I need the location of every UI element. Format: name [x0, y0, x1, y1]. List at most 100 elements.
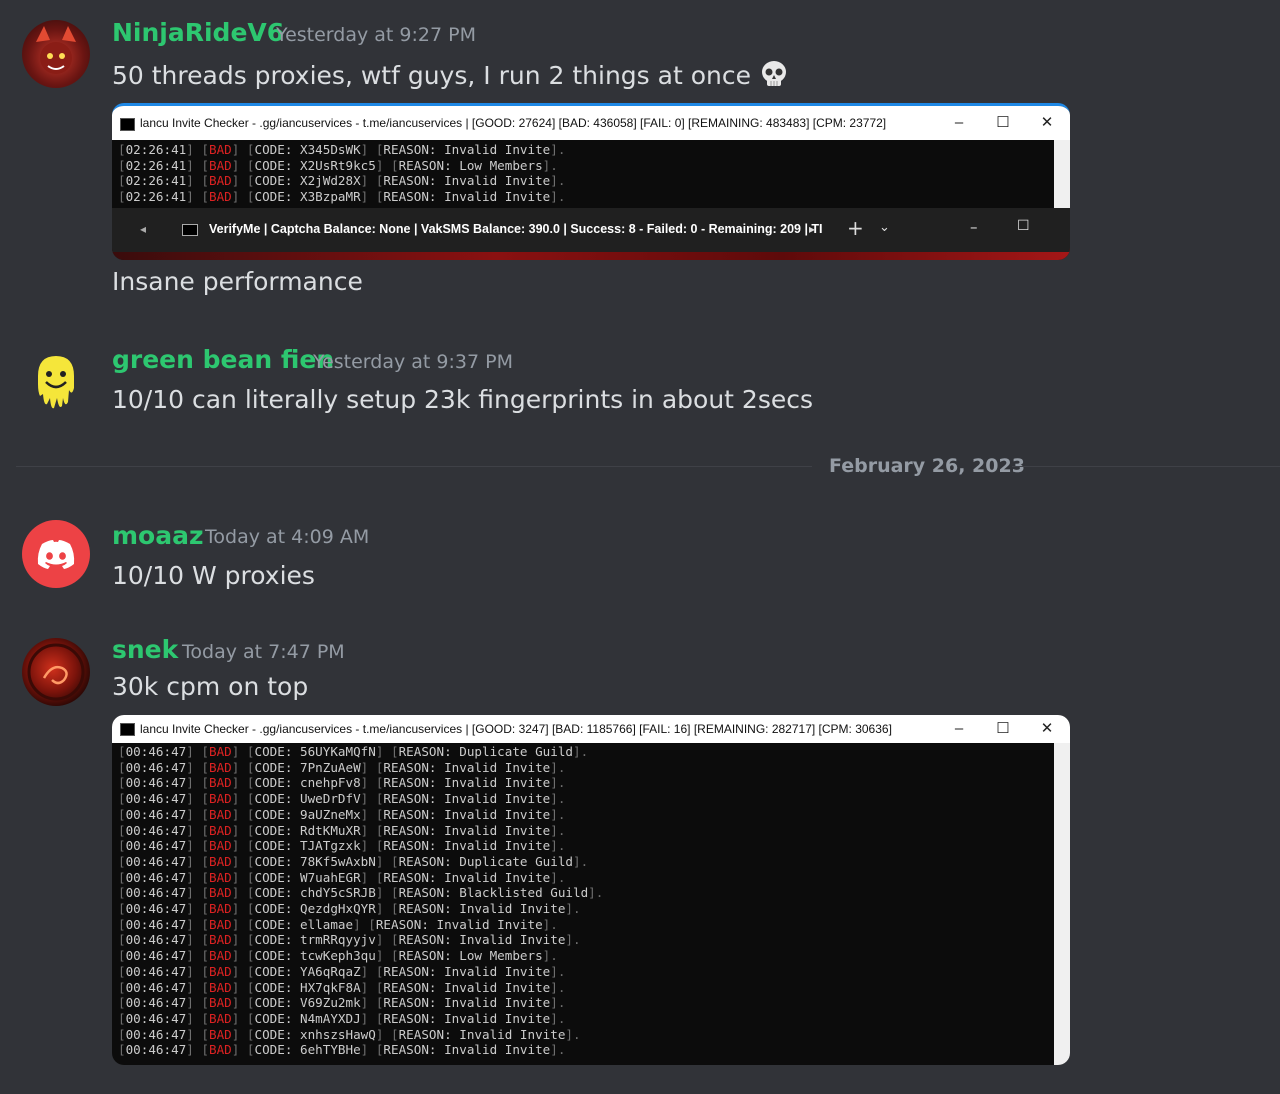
line-code: CODE: UweDrDfV — [254, 791, 361, 807]
timestamp: Today at 4:09 AM — [205, 526, 370, 548]
bracket: ]. — [550, 791, 566, 807]
line-time: 00:46:47 — [125, 838, 187, 854]
line-time: 00:46:47 — [125, 1010, 187, 1026]
line-code: CODE: YA6qRqaZ — [254, 963, 361, 979]
line-reason: REASON: Invalid Invite — [375, 916, 543, 932]
line-code: CODE: ellamae — [254, 916, 354, 932]
avatar[interactable] — [22, 346, 90, 414]
line-time: 02:26:41 — [125, 189, 187, 205]
line-status: BAD — [209, 791, 232, 807]
discord-logo-icon — [37, 540, 75, 569]
close-icon[interactable]: ✕ — [1032, 110, 1062, 136]
bracket: [ — [118, 948, 126, 964]
tab-scroll-left-icon[interactable]: ◂ — [140, 222, 146, 236]
bracket: ]. — [550, 963, 566, 979]
new-tab-icon[interactable]: + — [847, 216, 864, 240]
close-icon[interactable]: ✕ — [1032, 716, 1062, 742]
bracket: ]. — [550, 173, 566, 189]
bracket: [ — [118, 932, 126, 948]
screenshot-attachment[interactable]: lancu Invite Checker - .gg/iancuservices… — [112, 715, 1070, 1065]
bracket: ] [ — [360, 838, 384, 854]
maximize-icon[interactable]: ☐ — [988, 716, 1018, 742]
screenshot-attachment[interactable]: lancu Invite Checker - .gg/iancuservices… — [112, 103, 1070, 260]
demon-avatar-icon — [36, 26, 76, 74]
bracket: [ — [118, 744, 126, 759]
tab-scroll-right-icon[interactable]: ▸ — [809, 222, 815, 236]
bracket: ] [ — [375, 932, 399, 948]
bracket: [ — [118, 822, 126, 838]
bracket: ] [ — [186, 838, 210, 854]
line-status: BAD — [209, 916, 232, 932]
bracket: ] [ — [231, 916, 255, 932]
line-code: CODE: trmRRqyyjv — [254, 932, 376, 948]
bracket: ] [ — [231, 995, 255, 1011]
bracket: ] [ — [360, 759, 384, 775]
line-code: CODE: W7uahEGR — [254, 869, 361, 885]
console-line: [00:46:47] [BAD] [CODE: chdY5cSRJB] [REA… — [118, 885, 1054, 901]
chevron-down-icon[interactable]: ⌄ — [879, 220, 890, 235]
bracket: ] [ — [375, 885, 399, 901]
scrollbar[interactable] — [1054, 743, 1070, 1065]
line-reason: REASON: Low Members — [398, 157, 543, 173]
terminal-tab-title[interactable]: VerifyMe | Captcha Balance: None | VakSM… — [209, 222, 823, 236]
bracket: ] [ — [360, 142, 384, 157]
line-status: BAD — [209, 173, 232, 189]
line-status: BAD — [209, 869, 232, 885]
line-status: BAD — [209, 1042, 232, 1058]
username[interactable]: NinjaRideV6 — [112, 18, 284, 47]
scrollbar[interactable] — [1054, 140, 1070, 208]
bracket: ] [ — [186, 142, 210, 157]
minimize-icon[interactable]: – — [944, 110, 974, 136]
avatar[interactable] — [22, 638, 90, 706]
console-line: [00:46:47] [BAD] [CODE: 6ehTYBHe] [REASO… — [118, 1042, 1054, 1058]
username[interactable]: green bean fien — [112, 345, 334, 374]
bracket: ]. — [550, 775, 566, 791]
username[interactable]: moaaz — [112, 521, 204, 550]
line-status: BAD — [209, 885, 232, 901]
bracket: ] [ — [186, 979, 210, 995]
maximize-icon[interactable]: ☐ — [1017, 218, 1030, 234]
line-status: BAD — [209, 759, 232, 775]
line-time: 02:26:41 — [125, 142, 187, 157]
line-code: CODE: V69Zu2mk — [254, 995, 361, 1011]
line-reason: REASON: Invalid Invite — [383, 995, 551, 1011]
console-line: [00:46:47] [BAD] [CODE: 56UYKaMQfN] [REA… — [118, 744, 1054, 760]
console-line: [00:46:47] [BAD] [CODE: V69Zu2mk] [REASO… — [118, 995, 1054, 1011]
minimize-icon[interactable]: – — [944, 716, 974, 742]
window-titlebar: lancu Invite Checker - .gg/iancuservices… — [112, 715, 1070, 743]
line-code: CODE: X2jWd28X — [254, 173, 361, 189]
console-line: [00:46:47] [BAD] [CODE: xnhszsHawQ] [REA… — [118, 1027, 1054, 1043]
avatar[interactable] — [22, 520, 90, 588]
bracket: ] [ — [186, 806, 210, 822]
window-titlebar: lancu Invite Checker - .gg/iancuservices… — [112, 106, 1070, 140]
avatar[interactable] — [22, 20, 90, 88]
line-status: BAD — [209, 157, 232, 173]
bracket: ] [ — [186, 932, 210, 948]
line-reason: REASON: Blacklisted Guild — [398, 885, 589, 901]
bracket: ] [ — [231, 791, 255, 807]
console-line: [00:46:47] [BAD] [CODE: tcwKeph3qu] [REA… — [118, 948, 1054, 964]
line-code: CODE: 7PnZuAeW — [254, 759, 361, 775]
console-line: [00:46:47] [BAD] [CODE: trmRRqyyjv] [REA… — [118, 932, 1054, 948]
minimize-icon[interactable]: – — [970, 218, 978, 236]
bracket: ] [ — [186, 948, 210, 964]
message-text: 50 threads proxies, wtf guys, I run 2 th… — [112, 59, 789, 95]
bracket: ] [ — [186, 869, 210, 885]
bracket: ] [ — [231, 932, 255, 948]
line-time: 00:46:47 — [125, 869, 187, 885]
line-code: CODE: 6ehTYBHe — [254, 1042, 361, 1058]
bracket: ] [ — [375, 744, 399, 759]
bracket: ]. — [572, 744, 589, 759]
maximize-icon[interactable]: ☐ — [988, 110, 1018, 136]
username[interactable]: snek — [112, 635, 178, 664]
line-time: 00:46:47 — [125, 775, 187, 791]
bracket: [ — [118, 791, 126, 807]
line-reason: REASON: Duplicate Guild — [398, 853, 573, 869]
console-output: [02:26:41] [BAD] [CODE: X345DsWK] [REASO… — [112, 142, 1054, 208]
line-status: BAD — [209, 853, 232, 869]
bracket: ] [ — [231, 189, 255, 205]
bracket: ] [ — [360, 822, 384, 838]
bracket: ] [ — [375, 1026, 399, 1042]
console-line: [00:46:47] [BAD] [CODE: RdtKMuXR] [REASO… — [118, 823, 1054, 839]
message-text: 30k cpm on top — [112, 672, 309, 701]
